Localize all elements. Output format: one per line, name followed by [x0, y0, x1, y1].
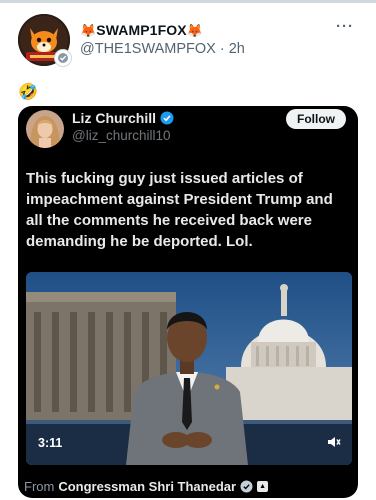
top-divider — [0, 0, 376, 3]
quoted-author-avatar[interactable] — [26, 110, 64, 148]
author-avatar[interactable] — [18, 14, 72, 67]
quoted-post-card[interactable]: Liz Churchill @liz_churchill10 Follow Th… — [18, 106, 358, 498]
verified-gray-badge-icon — [240, 480, 253, 493]
quoted-author-name: Liz Churchill — [72, 110, 156, 126]
video-player[interactable]: 3:11 — [26, 272, 352, 465]
fox-emoji-left: 🦊 — [80, 23, 97, 38]
author-display-name[interactable]: 🦊SWAMP1FOX🦊 — [80, 22, 203, 39]
follow-button[interactable]: Follow — [286, 109, 346, 129]
post-text: 🤣 — [18, 84, 38, 101]
fox-emoji-right: 🦊 — [186, 23, 203, 38]
author-name-text: SWAMP1FOX — [96, 22, 187, 38]
video-duration: 3:11 — [38, 436, 63, 450]
more-options-icon[interactable]: ··· — [336, 18, 354, 35]
affiliate-badge-icon — [54, 49, 72, 67]
video-thumbnail — [26, 272, 352, 465]
video-source-line: From Congressman Shri Thanedar ▲ — [24, 479, 269, 494]
source-name[interactable]: Congressman Shri Thanedar — [58, 479, 236, 494]
flag-icon: ▲ — [257, 481, 269, 492]
volume-icon[interactable] — [326, 434, 342, 450]
post-time[interactable]: 2h — [229, 41, 245, 57]
quoted-author-name-row[interactable]: Liz Churchill — [72, 110, 174, 126]
author-handle[interactable]: @THE1SWAMPFOX — [80, 41, 216, 57]
author-handle-line: @THE1SWAMPFOX · 2h — [80, 41, 245, 57]
verified-badge-icon — [160, 111, 174, 125]
quoted-post-text: This fucking guy just issued articles of… — [26, 170, 333, 250]
handle-separator: · — [215, 41, 229, 57]
source-prefix: From — [24, 479, 55, 494]
quoted-author-handle[interactable]: @liz_churchill10 — [72, 128, 171, 143]
